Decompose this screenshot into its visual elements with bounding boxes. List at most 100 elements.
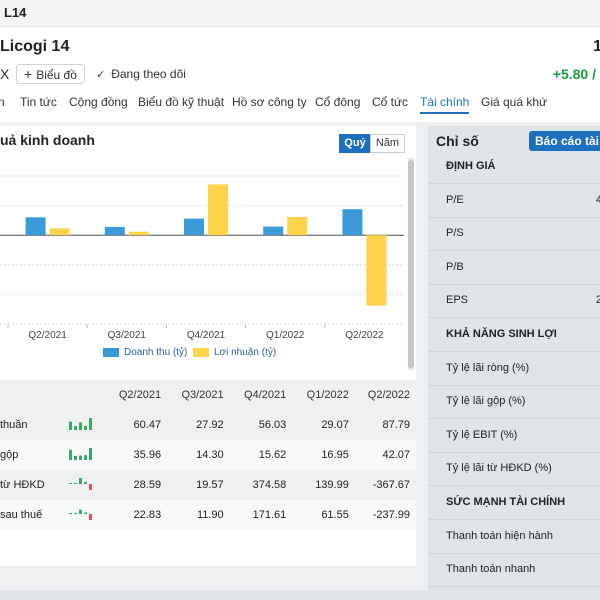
table-cell: 19.57 [196, 479, 224, 491]
sparkline-bar [68, 512, 72, 514]
x-tick-label: Q2/2021 [28, 330, 67, 341]
sparkline-bar [68, 421, 72, 430]
indicator-label: Thanh toán hiện hành [446, 529, 554, 542]
indicator-label: P/E [446, 193, 464, 206]
indicator-label: KHẢ NĂNG SINH LỢI [446, 328, 557, 340]
business-results-chart: Q2/2021 Q3/2021 Q4/2021 Q1/2022 Q2/2022 [0, 175, 404, 341]
indicator-label: P/S [446, 227, 464, 240]
indicator-row: Tỷ lệ lãi ròng (%) [428, 352, 600, 386]
indicator-label: Tỷ lệ EBIT (%) [446, 428, 518, 441]
indicator-label: ĐỊNH GIÁ [446, 160, 496, 172]
row-sparkline [57, 410, 105, 440]
table-cell: 28.59 [133, 479, 162, 491]
tab-price-history[interactable]: Giá quá khứ [481, 95, 547, 109]
indicator-label: Tỷ lệ lãi từ HĐKD (%) [446, 462, 552, 475]
chart-scroll-thumb[interactable] [408, 160, 414, 368]
indicator-section-header: ĐỊNH GIÁ [428, 150, 600, 184]
indicator-label: P/B [446, 260, 464, 273]
row-label: từ HĐKD [0, 479, 45, 491]
table-cell: 42.07 [354, 440, 416, 470]
sparkline-bar [68, 449, 72, 460]
tab-overview[interactable]: n [0, 95, 5, 109]
indicator-label: EPS [446, 294, 469, 307]
indicators-title: Chỉ số [436, 133, 479, 149]
legend-revenue: Doanh thu (tỷ) [103, 347, 187, 358]
table-header-spark [57, 380, 105, 410]
tab-shareholders[interactable]: Cổ đông [315, 95, 360, 109]
indicator-row: Tỷ lệ lãi gộp (%) [428, 385, 600, 420]
table-row: sau thuế 22.83 11.90 171.61 61.55 -237.9… [0, 500, 416, 530]
table-header-cell: Q4/2021 [244, 389, 287, 401]
follow-label: Đang theo dõi [111, 67, 186, 81]
table-header-label [0, 380, 57, 410]
indicator-section-header: KHẢ NĂNG SINH LỢI [428, 318, 600, 352]
add-chart-button[interactable]: + Biểu đồ [16, 64, 85, 84]
table-cell: 87.79 [382, 419, 410, 431]
row-sparkline [57, 470, 105, 500]
indicator-label: SỨC MẠNH TÀI CHÍNH [446, 496, 566, 508]
tab-technical-chart[interactable]: Biểu đồ kỹ thuật [138, 95, 224, 109]
table-header-cell: Q1/2022 [306, 389, 349, 401]
table-cell: 171.61 [229, 500, 293, 530]
financial-report-button[interactable]: Báo cáo tài ch [529, 131, 600, 151]
table-row: từ HĐKD 28.59 19.57 374.58 139.99 -367.6… [0, 470, 416, 500]
legend-profit-swatch [193, 347, 209, 357]
period-year-button[interactable]: Năm [370, 134, 405, 153]
check-icon: ✓ [96, 69, 106, 81]
window-title: L14 [4, 5, 27, 20]
bar-revenue [342, 209, 363, 236]
tab-news[interactable]: Tin tức [20, 95, 57, 109]
indicator-label: Tỷ lệ lãi ròng (%) [446, 361, 530, 374]
sparkline-bar [68, 482, 72, 484]
price-change: +5.80 / [552, 66, 596, 82]
table-cell: 27.92 [196, 419, 224, 431]
sparkline-bar [83, 454, 87, 460]
bar-profit [128, 231, 149, 236]
add-chart-label: Biểu đồ [36, 68, 77, 82]
table-cell: 11.90 [167, 500, 230, 530]
tab-dividends[interactable]: Cổ tức [372, 95, 408, 109]
bar-profit [287, 216, 308, 236]
table-cell: 374.58 [252, 479, 287, 491]
row-sparkline [56, 500, 105, 530]
tab-company-profile[interactable]: Hồ sơ công ty [232, 95, 307, 109]
table-header-cell: Q2/2021 [118, 389, 162, 401]
indicator-label: Tỷ lệ lãi gộp (%) [446, 395, 526, 408]
x-tick-label: Q4/2021 [187, 330, 226, 341]
sparkline-bar [88, 447, 92, 460]
action-row: X + Biểu đồ ✓ Đang theo dõi [0, 64, 600, 84]
indicator-row: P/B [428, 251, 600, 285]
close-symbol[interactable]: X [0, 66, 9, 82]
sparkline-bar [73, 455, 77, 460]
tab-community[interactable]: Cộng đồng [69, 95, 128, 109]
table-cell: 61.55 [292, 500, 355, 530]
sparkline-bar [73, 425, 77, 430]
sparkline-bar [73, 512, 77, 514]
table-cell: -367.67 [372, 479, 410, 491]
sparkline-bar [88, 417, 92, 430]
tab-financials[interactable]: Tài chính [420, 95, 470, 114]
sparkline-bar [78, 477, 82, 484]
table-cell: 56.03 [258, 419, 287, 431]
sparkline-bar [73, 482, 77, 484]
table-cell: 22.83 [104, 500, 168, 530]
row-label: gộp [0, 440, 57, 470]
bar-revenue [184, 218, 204, 236]
window-titlebar: L14 [0, 0, 600, 27]
table-row: gộp 35.96 14.30 15.62 16.95 42.07 [0, 440, 416, 470]
bar-profit [208, 184, 228, 236]
follow-toggle[interactable]: ✓ Đang theo dõi [96, 67, 186, 81]
sparkline-bar [78, 455, 82, 460]
table-cell: 16.95 [292, 440, 355, 470]
legend-revenue-swatch [103, 347, 119, 357]
bar-revenue [25, 217, 46, 236]
company-name: Licogi 14 [0, 38, 70, 55]
x-tick-label: Q1/2022 [266, 330, 305, 341]
period-quarter-button[interactable]: Quý [339, 134, 371, 153]
legend-profit-label: Lợi nhuận (tỷ) [214, 347, 277, 358]
table-cell: 60.47 [133, 419, 162, 431]
sparkline-bar [83, 425, 87, 430]
table-cell: 14.30 [167, 440, 230, 470]
row-label: thuần [0, 419, 28, 431]
x-tick-label: Q3/2021 [108, 330, 147, 341]
